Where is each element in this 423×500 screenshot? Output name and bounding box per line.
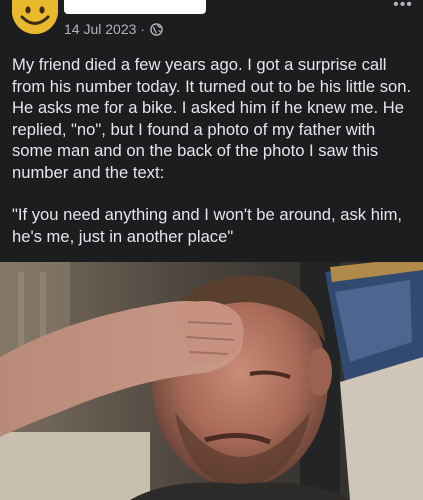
author-name-redacted[interactable] [64, 0, 206, 14]
post-paragraph-2: "If you need anything and I won't be aro… [12, 205, 403, 246]
post-text: My friend died a few years ago. I got a … [12, 54, 412, 247]
globe-icon[interactable] [150, 22, 163, 36]
post-header: 14 Jul 2023 · ••• [0, 0, 423, 42]
meta-separator: · [140, 21, 146, 37]
post-meta: 14 Jul 2023 · [64, 20, 163, 38]
crying-man-saluting-photo[interactable] [0, 262, 423, 500]
smiley-face-icon [12, 0, 58, 34]
post-paragraph-1: My friend died a few years ago. I got a … [12, 55, 412, 182]
post-date[interactable]: 14 Jul 2023 [64, 21, 136, 37]
author-avatar[interactable] [12, 0, 58, 34]
facebook-post: 14 Jul 2023 · ••• My friend died a few y… [0, 0, 423, 500]
more-options-icon[interactable]: ••• [392, 0, 414, 13]
